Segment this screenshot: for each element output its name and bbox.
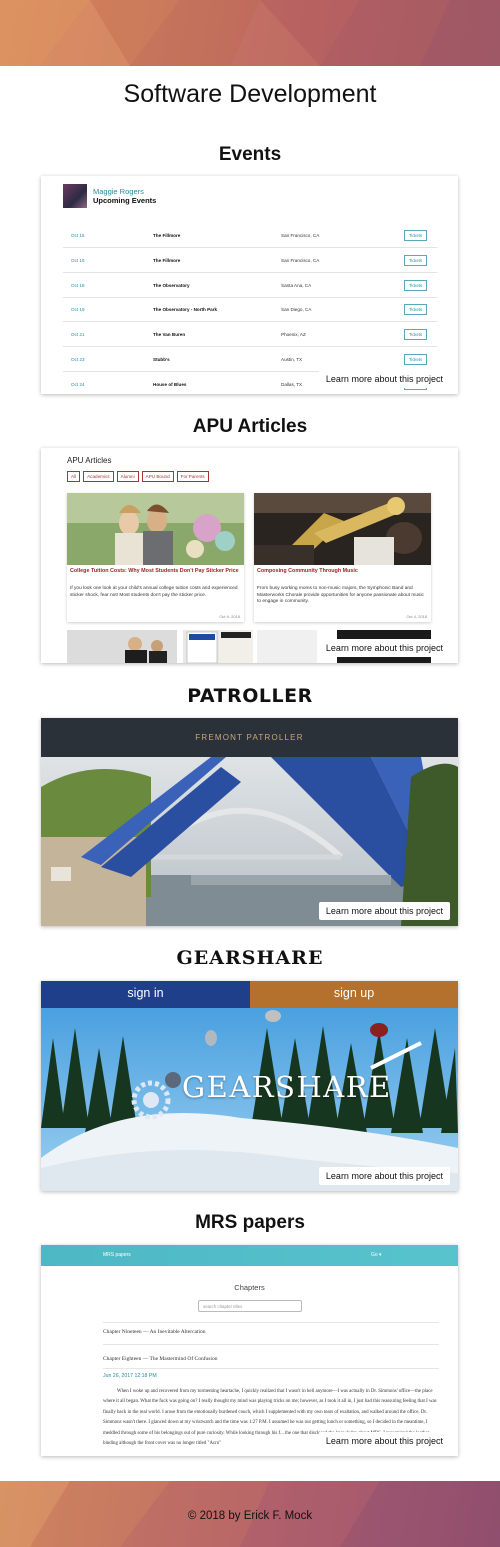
apu-filter-bar: All Academics Alumni APU Bound For Paren… [67,471,209,482]
filter-academics[interactable]: Academics [83,471,114,482]
upcoming-events-label: Upcoming Events [93,196,157,205]
learn-more-button-events[interactable]: Learn more about this project [318,370,450,388]
section-title-apu: APU Articles [192,416,308,437]
section-title-events: Events [218,144,282,165]
learn-more-button-patroller[interactable]: Learn more about this project [318,902,450,920]
event-venue: The Fillmore [153,233,181,238]
event-date: Oct 21 [71,332,85,338]
artist-name: Maggie Rogers [93,187,144,196]
chapter-link[interactable]: Chapter Nineteen — An Inevitable Alterca… [103,1329,439,1335]
tickets-button[interactable]: Tickets [404,329,428,341]
article-date: Oct 9, 2018 [219,614,240,619]
project-card-events: Maggie Rogers Upcoming Events Oct 15 The … [41,176,458,394]
copyright-text: © 2018 by Erick F. Mock [187,1510,313,1522]
chapter-link[interactable]: Chapter Eighteen — The Mastermind Of Con… [103,1356,439,1362]
event-city: San Diego, CA [281,307,312,313]
polygon-pattern [0,0,500,66]
event-row: Oct 23 Stubb's Austin, TX Tickets [63,348,437,372]
section-title-patroller: PATROLLER [187,685,313,707]
article-excerpt: If you look one look at your child's ann… [70,586,238,598]
tickets-button[interactable]: Tickets [404,279,428,291]
mrs-brand-link[interactable]: MRS papers [103,1252,131,1258]
event-date: Oct 15 [71,233,85,238]
event-date: Oct 24 [71,381,85,387]
sign-up-button[interactable]: sign up [250,981,458,1008]
divider [103,1322,439,1323]
event-venue: The Observatory [153,282,190,288]
event-venue: Stubb's [153,357,170,362]
section-title-gearshare: GEARSHARE [176,947,324,969]
tickets-button[interactable]: Tickets [404,304,428,316]
event-venue: The Van Buren [153,332,186,338]
event-date: Oct 23 [71,357,85,362]
article-excerpt: From busy working moms to non-music majo… [257,586,424,604]
filter-for-parents[interactable]: For Parents [176,471,209,482]
event-venue: House of Blues [153,381,187,387]
chapter-search-input[interactable]: search chapter titles [198,1300,302,1312]
post-date: Jun 26, 2017 12:18 PM [103,1373,157,1379]
event-city: San Francisco, CA [281,233,320,238]
filter-apu-bound[interactable]: APU Bound [141,471,174,482]
project-card-apu: APU Articles All Academics Alumni APU Bo… [41,448,458,663]
filter-alumni[interactable]: Alumni [116,471,139,482]
tickets-button[interactable]: Tickets [404,254,428,266]
gearshare-logo-text: GEARSHARE [182,1070,392,1104]
event-city: Santa Ana, CA [281,282,312,288]
article-photo-students [67,493,244,565]
chapters-heading: Chapters [234,1283,265,1292]
event-row: Oct 18 The Observatory Santa Ana, CA Ticket… [63,274,437,298]
article-card[interactable]: Composing Community Through Music From b… [254,493,431,622]
divider [103,1368,439,1369]
project-card-mrs: MRS papers Go ▾ Chapters search chapter … [41,1245,458,1456]
go-menu[interactable]: Go ▾ [371,1252,382,1258]
event-date: Oct 16 [71,257,85,263]
event-date: Oct 19 [71,307,85,313]
article-title: Composing Community Through Music [257,568,358,574]
mrs-navbar: MRS papers Go ▾ [41,1245,458,1266]
project-card-gearshare: sign in sign up GEARSHARE Learn more abo… [41,981,458,1191]
section-title-mrs: MRS papers [195,1212,305,1233]
event-venue: The Observatory - North Park [153,307,218,313]
article-photo-band [254,493,431,565]
artist-avatar [63,184,87,208]
event-row: Oct 15 The Fillmore San Francisco, CA Ticke… [63,224,437,248]
event-city: San Francisco, CA [281,257,320,263]
event-date: Oct 18 [71,282,85,288]
divider [103,1344,439,1345]
event-venue: The Fillmore [153,257,181,263]
event-city: Dallas, TX [281,381,303,387]
event-city: Phoenix, AZ [281,332,306,338]
patroller-header: FREMONT PATROLLER [41,718,458,757]
sign-in-button[interactable]: sign in [41,981,250,1008]
tickets-button[interactable]: Tickets [404,354,428,365]
bridge-photo [41,757,458,926]
event-row: Oct 19 The Observatory - North Park San Di… [63,298,437,323]
event-city: Austin, TX [281,357,303,362]
event-row: Oct 16 The Fillmore San Francisco, CA Ticke… [63,249,437,273]
filter-all[interactable]: All [67,471,81,482]
header-banner [0,0,500,66]
event-row: Oct 21 The Van Buren Phoenix, AZ Tickets [63,323,437,348]
project-card-patroller: FREMONT PATROLLER Learn more about this … [41,718,458,926]
apu-heading: APU Articles [67,456,112,465]
learn-more-button-gearshare[interactable]: Learn more about this project [318,1167,450,1185]
learn-more-button-apu[interactable]: Learn more about this project [318,639,450,657]
tickets-button[interactable]: Tickets [404,230,428,241]
article-date: Oct 4, 2018 [406,614,427,619]
article-title: College Tuition Costs: Why Most Students… [70,568,239,574]
article-card[interactable]: College Tuition Costs: Why Most Students… [67,493,244,622]
page-title: Software Development [123,80,377,108]
learn-more-button-mrs[interactable]: Learn more about this project [318,1432,450,1450]
events-header: Maggie Rogers Upcoming Events [63,184,156,208]
